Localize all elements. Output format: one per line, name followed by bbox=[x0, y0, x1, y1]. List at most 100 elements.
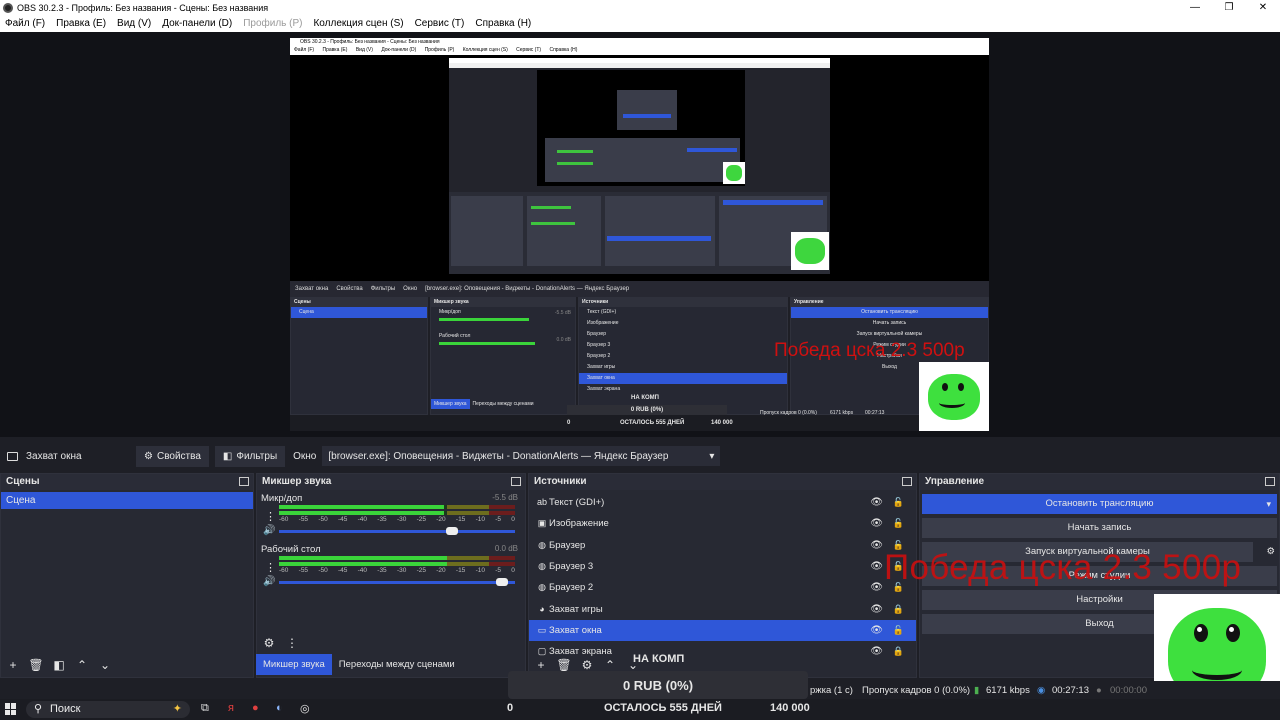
mixer-title: Микшер звука bbox=[262, 476, 332, 487]
volume-slider[interactable] bbox=[279, 527, 515, 535]
tab-transitions[interactable]: Переходы между сценами bbox=[332, 654, 462, 675]
undock-icon[interactable] bbox=[511, 477, 521, 486]
filter-icon: ◧ bbox=[222, 450, 233, 462]
preview-scenes-title: Сцены bbox=[291, 298, 427, 307]
properties-label: Свойства bbox=[156, 450, 201, 462]
taskbar-search[interactable]: ⚲ Поиск ✦ bbox=[26, 701, 190, 718]
unlock-icon[interactable]: 🔓 bbox=[893, 492, 904, 513]
move-up-icon[interactable]: ⌃ bbox=[602, 658, 618, 672]
properties-button[interactable]: ⚙ Свойства bbox=[136, 445, 209, 467]
eye-icon[interactable]: 👁 bbox=[870, 641, 883, 662]
yandex-browser-icon[interactable]: ● bbox=[252, 702, 259, 714]
undock-icon[interactable] bbox=[239, 477, 249, 486]
eye-icon[interactable]: 👁 bbox=[870, 620, 883, 641]
move-up-icon[interactable]: ⌃ bbox=[74, 658, 90, 672]
lock-icon[interactable]: 🔒 bbox=[893, 641, 904, 662]
move-down-icon[interactable]: ⌄ bbox=[97, 658, 113, 672]
advanced-audio-icon[interactable]: ⚙ bbox=[261, 636, 277, 650]
source-row[interactable]: ▭ Захват окна 👁 🔓 bbox=[529, 619, 916, 642]
remove-scene-icon[interactable]: 🗑 bbox=[28, 658, 44, 672]
kebab-menu-icon[interactable]: ⋮ bbox=[284, 636, 300, 650]
minimize-button[interactable]: — bbox=[1178, 2, 1212, 13]
volume-slider[interactable] bbox=[279, 578, 515, 586]
eye-icon[interactable]: 👁 bbox=[870, 535, 883, 556]
maximize-button[interactable]: ❐ bbox=[1212, 2, 1246, 13]
status-record-time: 00:00:00 bbox=[1110, 684, 1147, 696]
preview-area[interactable]: OBS 30.2.3 - Профиль: Без названия - Сце… bbox=[0, 32, 1280, 437]
meter-level bbox=[279, 511, 445, 515]
globe-icon: ◍ bbox=[538, 561, 546, 572]
preview-canvas[interactable]: OBS 30.2.3 - Профиль: Без названия - Сце… bbox=[290, 38, 989, 431]
lock-icon[interactable]: 🔒 bbox=[893, 599, 904, 620]
preview-bar-left: 0 bbox=[567, 420, 571, 426]
undock-icon[interactable] bbox=[1265, 477, 1275, 486]
undock-icon[interactable] bbox=[902, 477, 912, 486]
mixer-dock-header: Микшер звука bbox=[257, 474, 525, 490]
meter-tick-label: -25 bbox=[416, 567, 426, 574]
speaker-icon[interactable]: 🔊 bbox=[263, 576, 275, 587]
chevron-down-icon[interactable]: ▾ bbox=[1266, 494, 1271, 514]
meter-tick-label: -35 bbox=[377, 516, 387, 523]
source-row[interactable]: ◕ Захват игры 👁 🔒 bbox=[529, 598, 916, 619]
start-recording-button[interactable]: Начать запись bbox=[922, 518, 1277, 538]
eye-icon[interactable]: 👁 bbox=[870, 492, 883, 513]
obs-taskbar-icon[interactable]: ◎ bbox=[300, 702, 310, 715]
preview-source-row: Браузер 3 bbox=[587, 342, 611, 348]
menu-help[interactable]: Справка (H) bbox=[475, 18, 531, 29]
preview-menu-item: Профиль (P) bbox=[424, 47, 455, 53]
source-row[interactable]: ◍ Браузер 3 👁 🔓 bbox=[529, 556, 916, 577]
source-row[interactable]: ▣ Изображение 👁 🔓 bbox=[529, 513, 916, 534]
source-label: Захват окна bbox=[549, 624, 602, 636]
mixer-channel-db: 0.0 dB bbox=[494, 544, 518, 553]
source-row[interactable]: ◍ Браузер 2 👁 🔓 bbox=[529, 577, 916, 598]
add-scene-icon[interactable]: + bbox=[5, 658, 21, 672]
preview-mixer-title: Микшер звука bbox=[431, 298, 575, 307]
close-button[interactable]: ✕ bbox=[1246, 2, 1280, 13]
preview-filters: Фильтры bbox=[370, 286, 396, 292]
meter-tick-label: -25 bbox=[416, 516, 426, 523]
globe-icon: ◍ bbox=[538, 582, 546, 593]
preview-source-row: Изображение bbox=[587, 320, 619, 326]
source-properties-icon[interactable]: ⚙ bbox=[579, 658, 595, 672]
menu-view[interactable]: Вид (V) bbox=[117, 18, 151, 29]
preview-properties: Свойства bbox=[336, 286, 363, 292]
yandex-icon[interactable]: я bbox=[228, 702, 234, 714]
preview-frog-sticker bbox=[919, 362, 989, 431]
preview-window-value: [browser.exe]: Оповещения - Виджеты - Do… bbox=[425, 286, 630, 292]
windows-start-icon[interactable] bbox=[5, 703, 17, 715]
menu-file[interactable]: Файл (F) bbox=[5, 18, 45, 29]
eye-icon[interactable]: 👁 bbox=[870, 556, 883, 577]
menu-scene-collection[interactable]: Коллекция сцен (S) bbox=[313, 18, 403, 29]
preview-mixer-dock: Микшер звука Микр/доп -5.5 dB Рабочий ст… bbox=[430, 297, 576, 415]
steam-icon[interactable]: ◐ bbox=[276, 702, 283, 714]
eye-icon[interactable]: 👁 bbox=[870, 513, 883, 534]
stop-streaming-button[interactable]: Остановить трансляцию ▾ bbox=[922, 494, 1277, 514]
kebab-menu-icon[interactable]: ⋮ bbox=[265, 561, 276, 574]
goal-title: НА КОМП bbox=[633, 653, 685, 665]
add-source-icon[interactable]: + bbox=[533, 658, 549, 672]
filters-button[interactable]: ◧ Фильтры bbox=[214, 445, 286, 467]
menu-tools[interactable]: Сервис (T) bbox=[415, 18, 465, 29]
eye-icon[interactable]: 👁 bbox=[870, 599, 883, 620]
menu-docks[interactable]: Док-панели (D) bbox=[162, 18, 232, 29]
source-row[interactable]: ab Текст (GDI+) 👁 🔓 bbox=[529, 492, 916, 513]
volume-knob[interactable] bbox=[495, 578, 508, 586]
gear-icon[interactable]: ⚙ bbox=[1266, 542, 1275, 562]
kebab-menu-icon[interactable]: ⋮ bbox=[265, 510, 276, 523]
menu-edit[interactable]: Правка (E) bbox=[56, 18, 106, 29]
source-row[interactable]: ◍ Браузер 👁 🔓 bbox=[529, 535, 916, 556]
scene-filters-icon[interactable]: ◧ bbox=[51, 658, 67, 672]
meter-tick-label: -40 bbox=[357, 567, 368, 574]
scene-item[interactable]: Сцена bbox=[1, 492, 253, 509]
tab-mixer[interactable]: Микшер звука bbox=[256, 654, 332, 675]
eye-icon[interactable]: 👁 bbox=[870, 577, 883, 598]
window-select[interactable]: [browser.exe]: Оповещения - Виджеты - Do… bbox=[322, 446, 721, 466]
remove-source-icon[interactable]: 🗑 bbox=[556, 658, 572, 672]
task-view-icon[interactable]: ⧉ bbox=[201, 702, 209, 715]
speaker-icon[interactable]: 🔊 bbox=[263, 525, 275, 536]
volume-knob[interactable] bbox=[446, 527, 459, 535]
unlock-icon[interactable]: 🔓 bbox=[893, 513, 904, 534]
menu-profile[interactable]: Профиль (P) bbox=[243, 18, 302, 29]
unlock-icon[interactable]: 🔓 bbox=[893, 620, 904, 641]
meter-tick-label: -55 bbox=[298, 567, 309, 574]
